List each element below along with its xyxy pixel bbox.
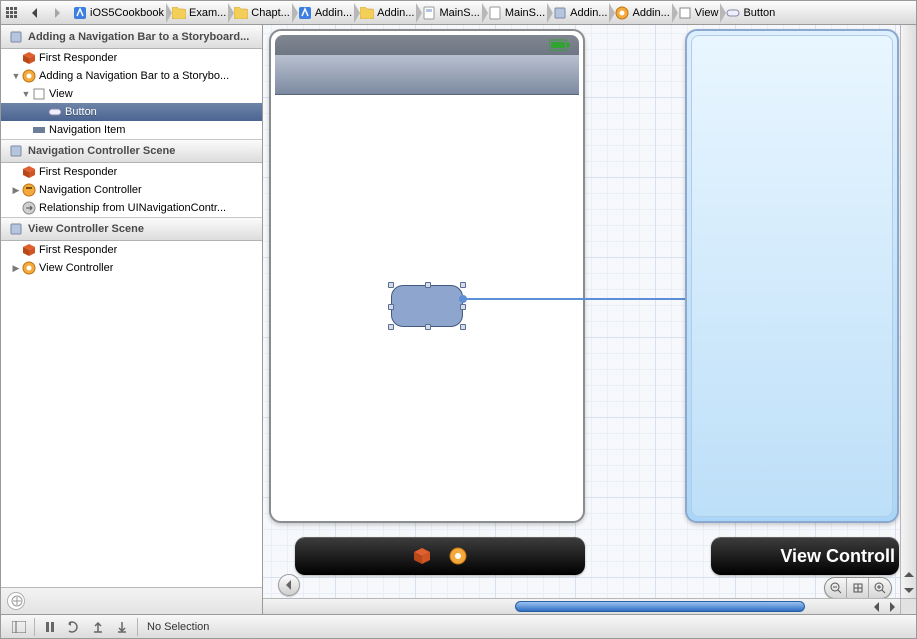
xcode-project-icon [73,6,87,20]
outline-filter-field[interactable] [7,592,25,610]
outline-row-button[interactable]: Button [1,103,262,121]
relationship-icon [22,201,36,215]
navitem-icon [32,123,46,137]
breadcrumb-item-scene[interactable]: Addin... [547,1,609,24]
outline-view-toggle[interactable] [7,615,31,639]
zoom-controls[interactable] [824,577,892,599]
breadcrumb-item-file[interactable]: MainS... [482,1,547,24]
breadcrumb-item-storyboard[interactable]: MainS... [416,1,481,24]
debug-step-in-button[interactable] [110,615,134,639]
battery-icon [549,39,571,51]
outline-row-first-responder[interactable]: First Responder [1,241,262,259]
uibutton-icon [48,105,62,119]
xcode-project-icon [298,6,312,20]
viewcontroller-scene[interactable] [269,29,585,523]
cube-icon [22,51,36,65]
breadcrumb-related-items[interactable] [2,3,22,23]
scroll-right-arrow[interactable] [885,600,899,614]
breadcrumb-item-folder[interactable]: Exam... [166,1,228,24]
selection-label: No Selection [147,621,209,633]
zoom-in-button[interactable] [869,578,891,598]
scroll-down-arrow[interactable] [902,583,916,597]
debug-pause-button[interactable] [38,615,62,639]
outline-row-first-responder[interactable]: First Responder [1,49,262,67]
viewcontroller-icon [22,69,36,83]
debug-continue-button[interactable] [62,615,86,639]
nav-forward-button[interactable] [46,3,66,23]
zoom-out-button[interactable] [825,578,847,598]
view-icon [32,87,46,101]
viewcontroller-icon [615,6,629,20]
breadcrumb-item-viewcontroller[interactable]: Addin... [609,1,671,24]
breadcrumb-item-view[interactable]: View [672,1,721,24]
storyboard-scene-icon [553,6,567,20]
viewcontroller-dock-icon[interactable] [447,545,469,567]
document-outline: Adding a Navigation Bar to a Storyboard.… [1,25,263,614]
scene-header[interactable]: View Controller Scene [1,217,262,241]
breadcrumb-item-folder[interactable]: Chapt... [228,1,292,24]
segue-line[interactable] [463,298,723,300]
storyboard-scene-icon [9,222,23,236]
outline-row-first-responder[interactable]: First Responder [1,163,262,181]
scrollbar-corner [900,598,916,614]
horizontal-scrollbar[interactable] [263,598,900,614]
zoom-actual-button[interactable] [847,578,869,598]
cube-icon [22,165,36,179]
breadcrumb-item-folder[interactable]: Addin... [354,1,416,24]
selected-button-element[interactable] [391,285,463,327]
viewcontroller-icon [22,261,36,275]
folder-icon [234,6,248,20]
vertical-scrollbar[interactable] [900,25,916,598]
scroll-left-arrow[interactable] [870,600,884,614]
breadcrumb-item-button[interactable]: Button [720,1,777,24]
outline-footer [1,587,262,614]
storyboard-canvas[interactable]: View Controll [263,25,916,614]
bottom-toolbar: No Selection [1,614,916,638]
scene-dock-2[interactable]: View Controll [711,537,899,575]
storyboard-scene-icon [9,30,23,44]
storyboard-scene-icon [9,144,23,158]
cube-icon [22,243,36,257]
scene-header[interactable]: Adding a Navigation Bar to a Storyboard.… [1,25,262,49]
outline-row-navitem[interactable]: Navigation Item [1,121,262,139]
folder-icon [172,6,186,20]
breadcrumb-item-project[interactable]: Addin... [292,1,354,24]
file-icon [488,6,502,20]
navcontroller-icon [22,183,36,197]
nav-back-button[interactable] [24,3,44,23]
toggle-outline-button[interactable] [278,574,300,596]
navigation-bar[interactable] [275,55,579,95]
view-icon [678,6,692,20]
folder-icon [360,6,374,20]
filter-icon [11,595,23,607]
outline-row-navcontroller[interactable]: ▶Navigation Controller [1,181,262,199]
uibutton-icon [726,6,740,20]
outline-row-viewcontroller[interactable]: ▼Adding a Navigation Bar to a Storybo... [1,67,262,85]
scene-header[interactable]: Navigation Controller Scene [1,139,262,163]
debug-step-over-button[interactable] [86,615,110,639]
outline-row-view[interactable]: ▼View [1,85,262,103]
breadcrumb: iOS5Cookbook Exam... Chapt... Addin... A… [1,1,916,25]
status-bar [275,35,579,55]
scene-dock[interactable] [295,537,585,575]
breadcrumb-item-project[interactable]: iOS5Cookbook [67,1,166,24]
first-responder-dock-icon[interactable] [411,545,433,567]
scene-dock-label: View Controll [780,546,895,567]
scroll-up-arrow[interactable] [902,568,916,582]
outline-row-relationship[interactable]: Relationship from UINavigationContr... [1,199,262,217]
horizontal-scroll-thumb[interactable] [515,601,805,612]
outline-row-viewcontroller[interactable]: ▶View Controller [1,259,262,277]
storyboard-file-icon [422,6,436,20]
viewcontroller-scene-2[interactable] [685,29,899,523]
